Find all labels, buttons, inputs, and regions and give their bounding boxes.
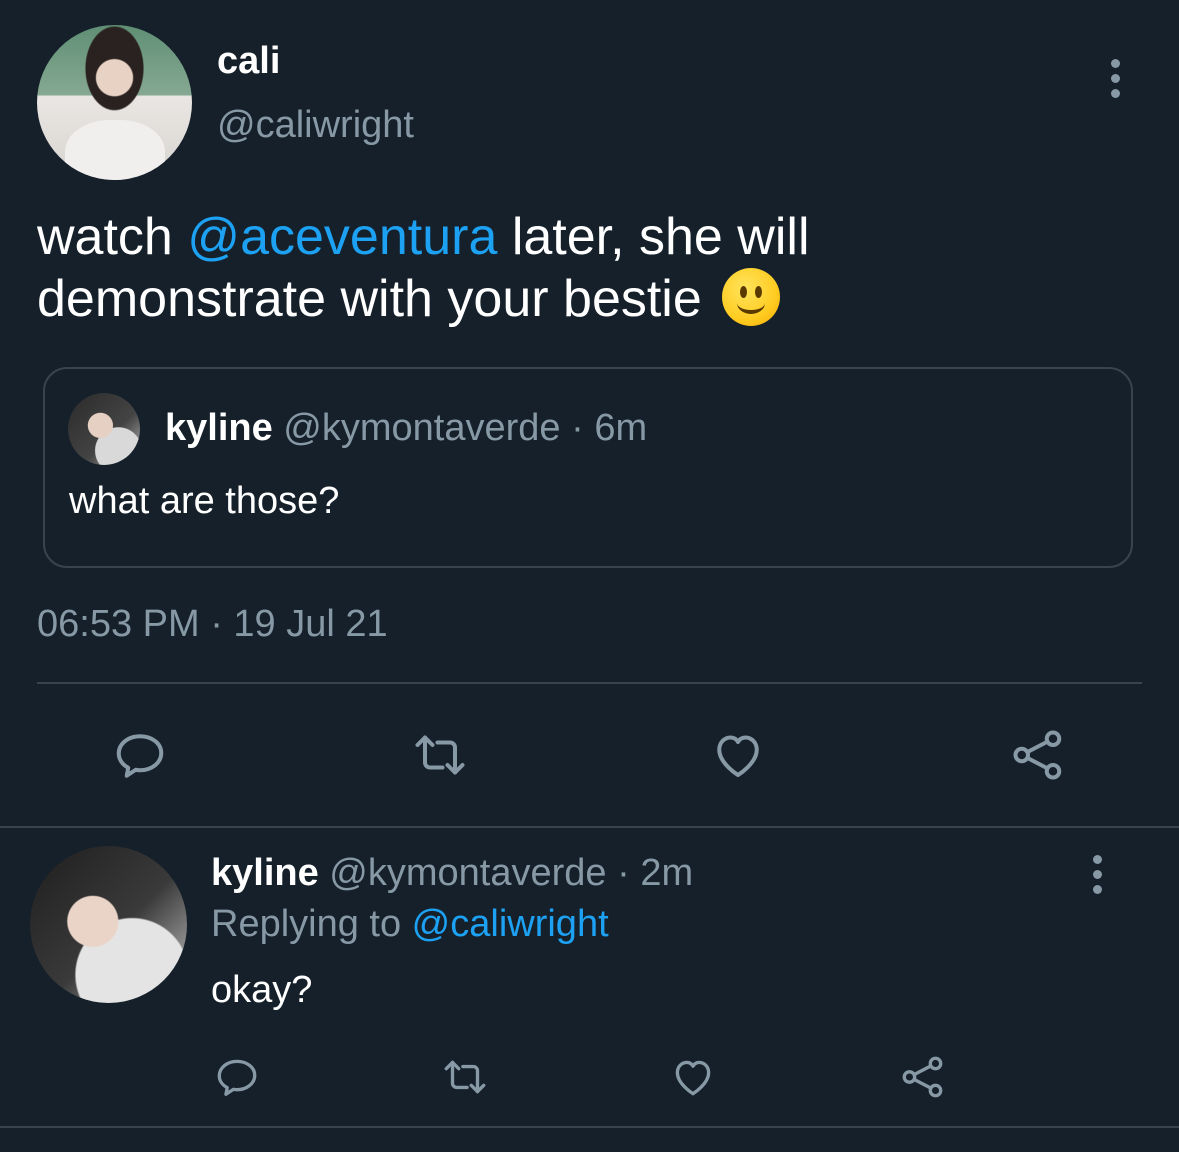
- replying-to-handle[interactable]: @caliwright: [412, 903, 609, 945]
- quoted-author-handle[interactable]: @kymontaverde: [283, 407, 560, 449]
- quoted-author-name[interactable]: kyline: [165, 407, 273, 449]
- divider: [0, 826, 1179, 828]
- reply-icon[interactable]: [110, 725, 170, 785]
- author-avatar[interactable]: [37, 25, 192, 180]
- divider: [0, 1126, 1179, 1128]
- share-icon[interactable]: [898, 1052, 948, 1102]
- reply-more-options-icon[interactable]: [1091, 855, 1103, 894]
- mention-link[interactable]: @aceventura: [187, 208, 497, 266]
- retweet-icon[interactable]: [438, 1052, 492, 1102]
- quoted-author-avatar[interactable]: [68, 393, 140, 465]
- tweet-text-before: watch: [37, 208, 188, 266]
- tweet-text: watch @aceventura later, she will demons…: [37, 206, 937, 330]
- tweet-timestamp: 06:53 PM · 19 Jul 21: [37, 603, 388, 645]
- quoted-time-ago: · 6m: [560, 407, 648, 449]
- replying-to-label: Replying to: [211, 903, 412, 945]
- tweet-more-options-icon[interactable]: [1109, 59, 1121, 98]
- retweet-icon[interactable]: [408, 725, 472, 785]
- reply-icon[interactable]: [212, 1052, 262, 1102]
- author-display-name[interactable]: cali: [217, 40, 280, 83]
- reply-meta: kyline @kymontaverde · 2m: [211, 852, 693, 895]
- share-icon[interactable]: [1008, 725, 1068, 785]
- quoted-tweet-meta: kyline @kymontaverde · 6m: [165, 407, 647, 450]
- like-icon[interactable]: [668, 1052, 718, 1102]
- reply-author-name[interactable]: kyline: [211, 852, 319, 894]
- reply-time-ago: · 2m: [606, 852, 694, 894]
- reply-author-avatar[interactable]: [30, 846, 187, 1003]
- quoted-tweet-text: what are those?: [69, 480, 340, 522]
- divider: [37, 682, 1142, 684]
- like-icon[interactable]: [708, 725, 768, 785]
- reply-author-handle[interactable]: @kymontaverde: [329, 852, 606, 894]
- replying-to: Replying to @caliwright: [211, 903, 609, 946]
- slightly-smiling-face-icon: [722, 268, 781, 326]
- author-handle[interactable]: @caliwright: [217, 104, 414, 147]
- quoted-tweet-card[interactable]: [43, 367, 1133, 568]
- reply-text: okay?: [211, 969, 313, 1011]
